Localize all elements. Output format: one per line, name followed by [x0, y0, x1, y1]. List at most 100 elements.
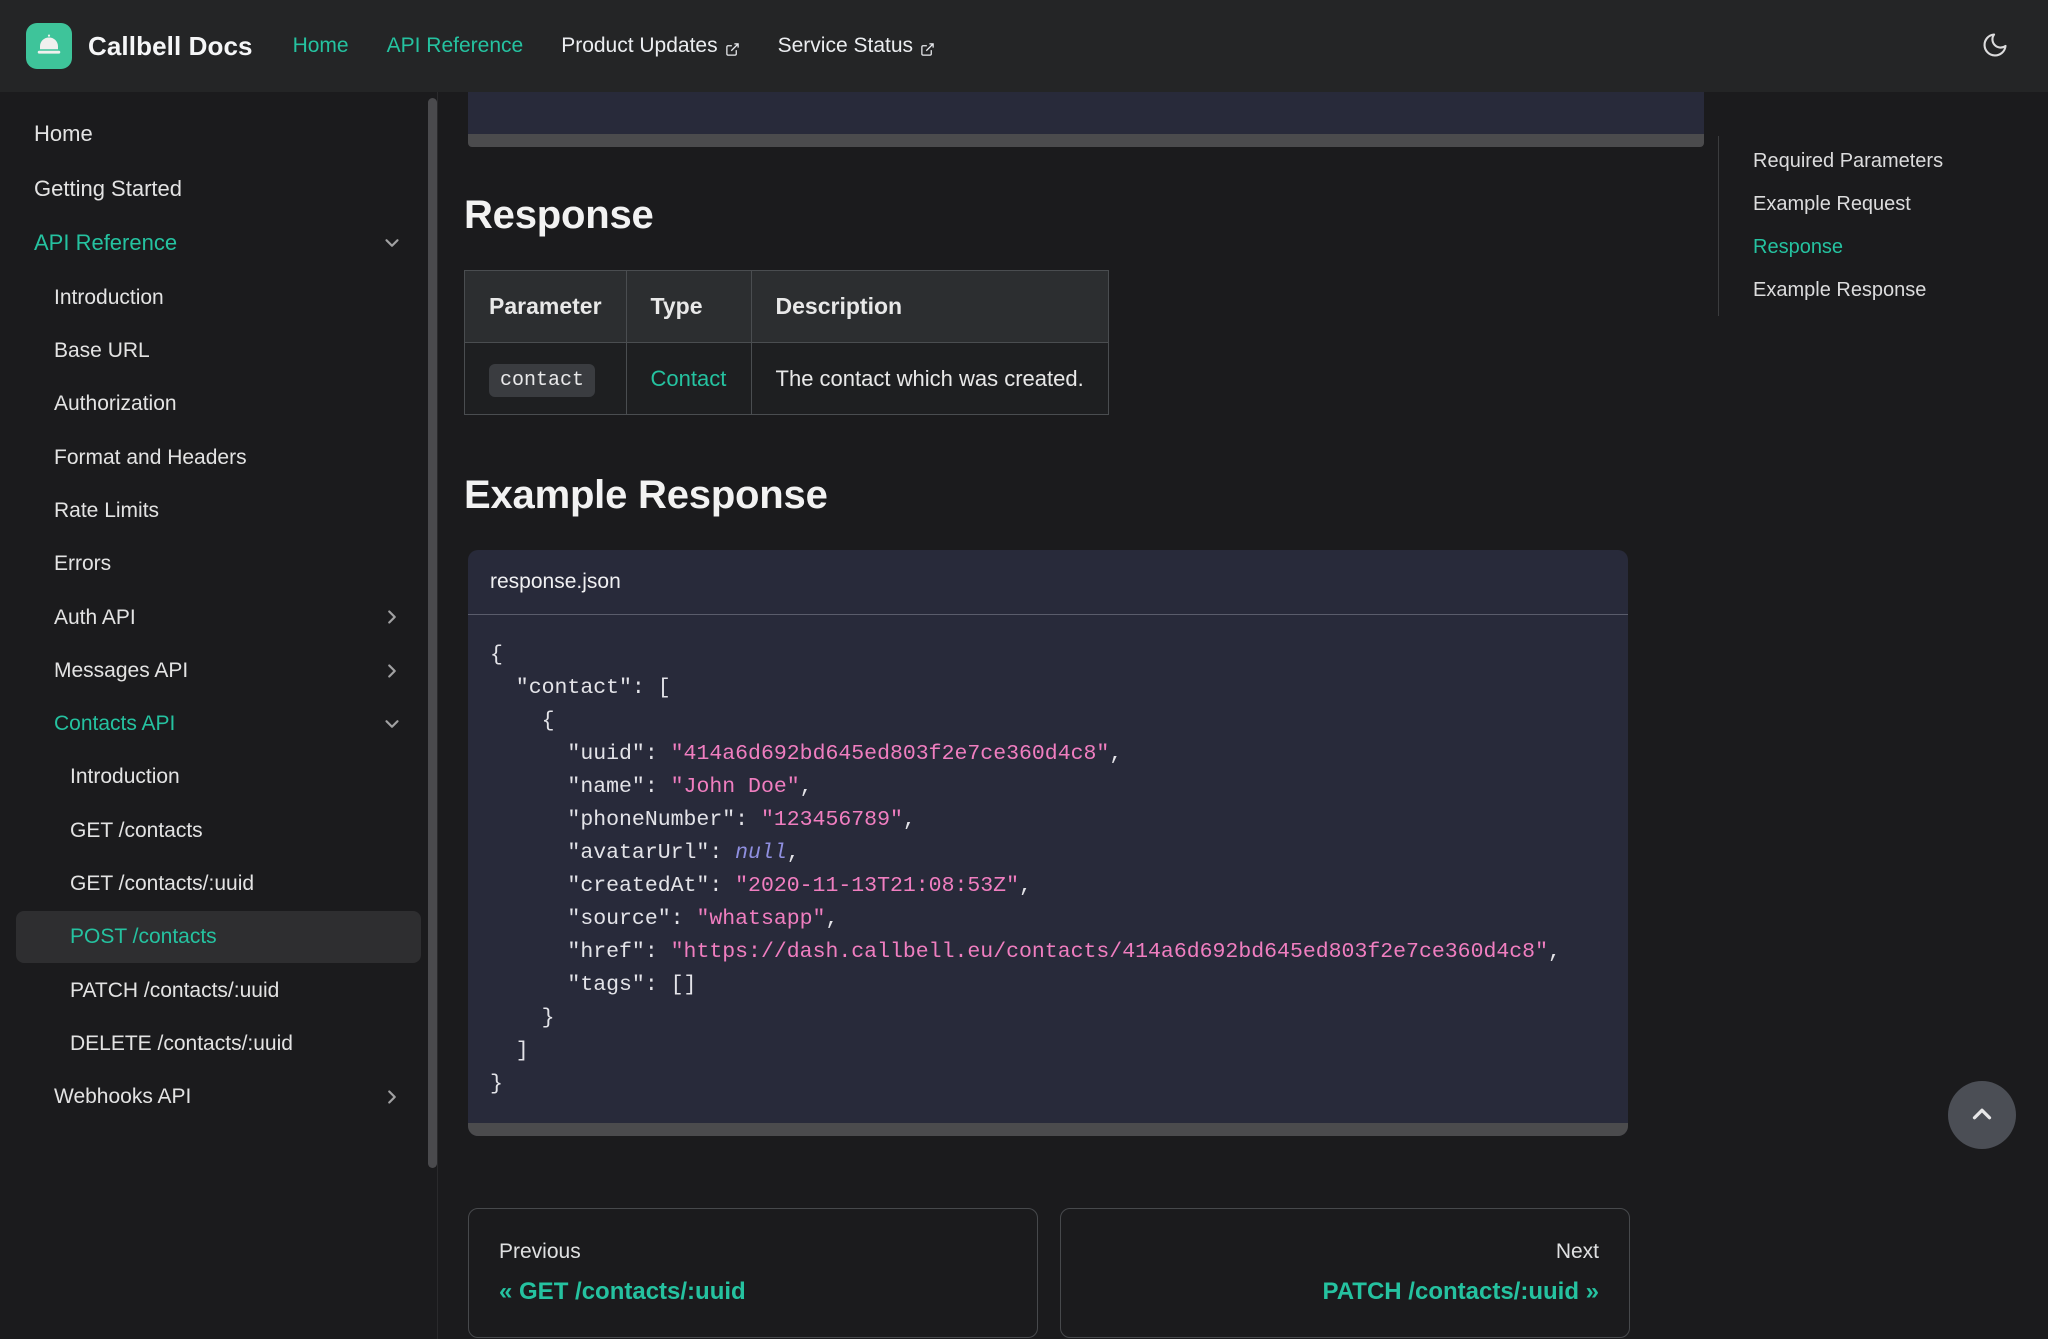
sidebar-item-label: Base URL	[54, 339, 150, 363]
pagination-nav: Previous « GET /contacts/:uuid Next PATC…	[468, 1208, 1630, 1338]
parameter-code: contact	[489, 364, 596, 397]
sidebar-item: API Reference	[16, 217, 421, 270]
example-response-heading: Example Response	[464, 473, 828, 517]
column-header-parameter: Parameter	[464, 270, 627, 343]
chevron-right-icon[interactable]	[381, 1086, 403, 1108]
external-link-icon	[725, 39, 740, 56]
previous-title: « GET /contacts/:uuid	[499, 1278, 746, 1305]
nav-link-product-updates-label: Product Updates	[561, 34, 718, 57]
sidebar-item: Auth API	[16, 592, 421, 643]
brand-title: Callbell Docs	[88, 30, 253, 61]
table-row: contact Contact The contact which was cr…	[464, 342, 1109, 415]
nav-link-service-status[interactable]: Service Status	[778, 34, 935, 58]
sidebar-item-getting-started[interactable]: Getting Started	[16, 163, 421, 216]
sidebar-item-label: Auth API	[54, 605, 136, 629]
sidebar-item-patch-contacts-uuid[interactable]: PATCH /contacts/:uuid	[16, 965, 421, 1016]
previous-code-block-clipped	[468, 92, 1704, 134]
cell-description: The contact which was created.	[750, 342, 1109, 415]
toc-link-example-response[interactable]: Example Response	[1753, 269, 2048, 312]
previous-code-block-scrollbar[interactable]	[468, 134, 1704, 147]
sidebar-item-contacts-introduction[interactable]: Introduction	[16, 751, 421, 802]
nav-link-api-reference-label: API Reference	[386, 34, 524, 57]
sidebar-item: Contacts API	[16, 698, 421, 749]
sidebar-item: Introduction	[16, 272, 421, 323]
sidebar-item-delete-contacts-uuid[interactable]: DELETE /contacts/:uuid	[16, 1018, 421, 1069]
response-parameters-table: Parameter Type Description contact Conta…	[464, 270, 1109, 415]
top-navbar: Callbell Docs Home API Reference Product…	[0, 0, 2048, 92]
code-block-scrollbar[interactable]	[468, 1123, 1628, 1136]
toc-link-response[interactable]: Response	[1753, 226, 2048, 269]
brand[interactable]: Callbell Docs	[26, 23, 253, 69]
sidebar-item-label: PATCH /contacts/:uuid	[70, 978, 280, 1002]
scroll-to-top-button[interactable]	[1948, 1081, 2016, 1149]
sidebar-item-authorization[interactable]: Authorization	[16, 378, 421, 429]
sidebar-menu: Home Getting Started API Reference Intro…	[0, 108, 437, 1123]
sidebar-item: DELETE /contacts/:uuid	[16, 1018, 421, 1069]
sidebar-item-api-reference[interactable]: API Reference	[16, 217, 421, 270]
toc-link-example-request[interactable]: Example Request	[1753, 183, 2048, 226]
cell-type: Contact	[625, 342, 752, 415]
doc-article: Response Parameter Type Description cont…	[464, 92, 1704, 1338]
sidebar-item-label: GET /contacts	[70, 818, 203, 842]
example-response-code-block: response.json { "contact": [ { "uuid": "…	[468, 550, 1628, 1136]
sidebar-item: Getting Started	[16, 163, 421, 216]
sidebar-item: Authorization	[16, 378, 421, 429]
code-block-content[interactable]: { "contact": [ { "uuid": "414a6d692bd645…	[468, 615, 1628, 1123]
sidebar-item-label: POST /contacts	[70, 925, 217, 949]
sidebar-item-label: Getting Started	[34, 175, 182, 201]
left-sidebar: Home Getting Started API Reference Intro…	[0, 92, 438, 1339]
code-block-filename: response.json	[468, 550, 1628, 615]
column-header-type: Type	[625, 270, 752, 343]
sidebar-item: Messages API	[16, 645, 421, 696]
sidebar-item-home[interactable]: Home	[16, 108, 421, 161]
sidebar-item-webhooks-api[interactable]: Webhooks API	[16, 1071, 421, 1122]
sidebar-item-label: GET /contacts/:uuid	[70, 872, 255, 896]
nav-link-api-reference[interactable]: API Reference	[387, 34, 524, 58]
sidebar-item-label: Home	[34, 121, 93, 146]
nav-link-home[interactable]: Home	[293, 34, 349, 58]
theme-toggle-button[interactable]	[1968, 19, 2022, 73]
sidebar-item-contacts-api[interactable]: Contacts API	[16, 698, 421, 749]
service-bell-icon	[26, 23, 72, 69]
sidebar-item-label: Errors	[54, 552, 112, 576]
sidebar-item-get-contacts-uuid[interactable]: GET /contacts/:uuid	[16, 858, 421, 909]
next-title: PATCH /contacts/:uuid »	[1322, 1278, 1599, 1305]
sidebar-scrollbar[interactable]	[428, 98, 437, 1168]
nav-link-service-status-label: Service Status	[777, 34, 914, 57]
external-link-icon	[920, 39, 935, 56]
sidebar-item-introduction[interactable]: Introduction	[16, 272, 421, 323]
moon-icon	[1981, 31, 2009, 62]
sidebar-item: Errors	[16, 538, 421, 589]
toc-link-required-parameters[interactable]: Required Parameters	[1753, 140, 2048, 183]
next-page-link[interactable]: Next PATCH /contacts/:uuid »	[1060, 1208, 1630, 1338]
sidebar-item-format-and-headers[interactable]: Format and Headers	[16, 432, 421, 483]
sidebar-item: Introduction	[16, 751, 421, 802]
sidebar-item: GET /contacts	[16, 805, 421, 856]
chevron-down-icon[interactable]	[381, 713, 403, 735]
sidebar-item-base-url[interactable]: Base URL	[16, 325, 421, 376]
sidebar-item-label: Introduction	[70, 765, 180, 789]
sidebar-item: PATCH /contacts/:uuid	[16, 965, 421, 1016]
sidebar-item-label: Authorization	[54, 392, 177, 416]
sidebar-item-post-contacts[interactable]: POST /contacts	[16, 911, 421, 963]
sidebar-item-label: API Reference	[34, 230, 178, 256]
sidebar-item: POST /contacts	[16, 911, 421, 963]
nav-link-product-updates[interactable]: Product Updates	[561, 34, 739, 58]
sidebar-item-errors[interactable]: Errors	[16, 538, 421, 589]
chevron-right-icon[interactable]	[381, 660, 403, 682]
nav-links: Home API Reference Product Updates Servi…	[293, 34, 935, 58]
chevron-down-icon[interactable]	[381, 232, 403, 254]
sidebar-item-label: Format and Headers	[54, 445, 247, 469]
sidebar-item: Base URL	[16, 325, 421, 376]
nav-link-home-label: Home	[292, 34, 349, 57]
sidebar-item: Home	[16, 108, 421, 161]
previous-page-link[interactable]: Previous « GET /contacts/:uuid	[468, 1208, 1038, 1338]
sidebar-item: Webhooks API	[16, 1071, 421, 1122]
sidebar-item-messages-api[interactable]: Messages API	[16, 645, 421, 696]
sidebar-item-label: Webhooks API	[54, 1085, 192, 1109]
type-link-contact[interactable]: Contact	[651, 366, 727, 391]
sidebar-item-rate-limits[interactable]: Rate Limits	[16, 485, 421, 536]
chevron-right-icon[interactable]	[381, 606, 403, 628]
sidebar-item-auth-api[interactable]: Auth API	[16, 592, 421, 643]
sidebar-item-get-contacts[interactable]: GET /contacts	[16, 805, 421, 856]
